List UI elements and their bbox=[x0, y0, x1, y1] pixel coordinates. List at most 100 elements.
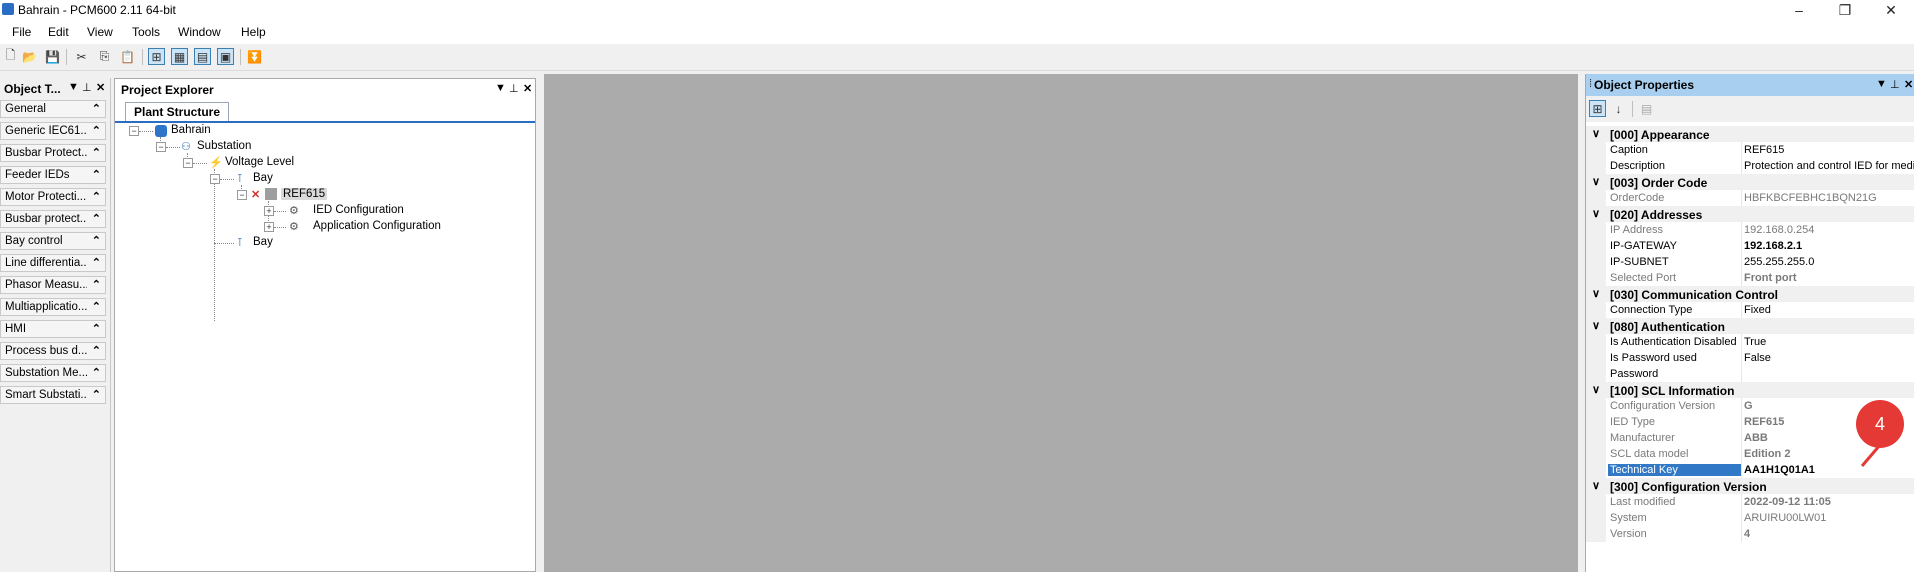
category-appearance[interactable]: ∨ [000] Appearance bbox=[1586, 126, 1914, 142]
copy-icon[interactable]: ⎘ bbox=[96, 48, 113, 65]
collapse-toggle[interactable]: − bbox=[237, 190, 247, 200]
sort-alphabetical-icon[interactable]: ↓ bbox=[1610, 100, 1627, 117]
category-scl-information[interactable]: ∨ [100] SCL Information bbox=[1586, 382, 1914, 398]
pane-menu-icon[interactable]: ▼ bbox=[68, 81, 79, 93]
property-name: Selected Port bbox=[1610, 272, 1677, 284]
property-row[interactable]: Version 4 bbox=[1586, 526, 1914, 542]
category-communication-control[interactable]: ∨ [030] Communication Control bbox=[1586, 286, 1914, 302]
property-value[interactable]: True bbox=[1744, 336, 1766, 348]
object-type-item[interactable]: Feeder IEDs ⌃ bbox=[0, 166, 106, 184]
property-value: Front port bbox=[1744, 272, 1797, 284]
property-row[interactable]: Description Protection and control IED fo… bbox=[1586, 158, 1914, 174]
property-row[interactable]: System ARUIRU00LW01 bbox=[1586, 510, 1914, 526]
property-row[interactable]: Connection Type Fixed bbox=[1586, 302, 1914, 318]
close-pane-icon[interactable]: ✕ bbox=[1904, 78, 1913, 91]
menu-edit[interactable]: Edit bbox=[48, 25, 69, 39]
collapse-toggle[interactable]: − bbox=[183, 158, 193, 168]
property-row[interactable]: Is Authentication Disabled True bbox=[1586, 334, 1914, 350]
expand-toggle[interactable]: + bbox=[264, 206, 274, 216]
tree-node-ied-configuration[interactable]: IED Configuration bbox=[313, 204, 404, 216]
menu-file[interactable]: File bbox=[12, 25, 31, 39]
object-type-item[interactable]: Busbar protect... ⌃ bbox=[0, 210, 106, 228]
categorized-icon[interactable]: ⊞ bbox=[1589, 100, 1606, 117]
expand-down-icon[interactable]: ⏬ bbox=[246, 48, 263, 65]
restore-button[interactable]: ❐ bbox=[1822, 0, 1868, 20]
collapse-toggle[interactable]: − bbox=[210, 174, 220, 184]
close-pane-icon[interactable]: ✕ bbox=[96, 81, 105, 94]
pin-icon[interactable]: ⊥ bbox=[82, 81, 92, 94]
object-type-general[interactable]: General ⌃ bbox=[0, 100, 106, 118]
property-row[interactable]: IP-SUBNET 255.255.255.0 bbox=[1586, 254, 1914, 270]
property-value[interactable]: Protection and control IED for mediu bbox=[1744, 160, 1914, 172]
paste-icon[interactable]: 📋 bbox=[119, 48, 136, 65]
tree-node-substation[interactable]: Substation bbox=[197, 140, 251, 152]
menu-tools[interactable]: Tools bbox=[132, 25, 160, 39]
minimize-button[interactable]: – bbox=[1776, 0, 1822, 20]
save-icon[interactable]: 💾 bbox=[44, 48, 61, 65]
collapse-icon: ⌃ bbox=[91, 147, 101, 159]
object-types-icon[interactable]: ▦ bbox=[171, 48, 188, 65]
pin-icon[interactable]: ⊥ bbox=[509, 82, 519, 95]
properties-icon[interactable]: ▤ bbox=[194, 48, 211, 65]
object-type-item[interactable]: Motor Protecti... ⌃ bbox=[0, 188, 106, 206]
tab-plant-structure[interactable]: Plant Structure bbox=[125, 102, 230, 121]
expand-toggle[interactable]: + bbox=[264, 222, 274, 232]
category-order-code[interactable]: ∨ [003] Order Code bbox=[1586, 174, 1914, 190]
pane-menu-icon[interactable]: ▼ bbox=[1876, 78, 1887, 90]
close-window-button[interactable]: ✕ bbox=[1868, 0, 1914, 20]
property-row[interactable]: IP-GATEWAY 192.168.2.1 bbox=[1586, 238, 1914, 254]
pane-menu-icon[interactable]: ▼ bbox=[495, 82, 506, 94]
object-type-item[interactable]: Bay control ⌃ bbox=[0, 232, 106, 250]
tree-node-bay[interactable]: Bay bbox=[253, 172, 273, 184]
property-row[interactable]: Password bbox=[1586, 366, 1914, 382]
tree-node-ref615[interactable]: REF615 bbox=[281, 188, 328, 200]
menu-help[interactable]: Help bbox=[241, 25, 266, 39]
object-type-item[interactable]: HMI ⌃ bbox=[0, 320, 106, 338]
project-explorer-pane: Project Explorer ▼ ⊥ ✕ Plant Structure −… bbox=[114, 78, 536, 572]
property-value[interactable]: Fixed bbox=[1744, 304, 1771, 316]
menu-view[interactable]: View bbox=[87, 25, 113, 39]
property-value[interactable]: 192.168.2.1 bbox=[1744, 240, 1802, 252]
menu-window[interactable]: Window bbox=[178, 25, 221, 39]
object-type-label: HMI bbox=[5, 323, 27, 335]
property-row[interactable]: Caption REF615 bbox=[1586, 142, 1914, 158]
cut-icon[interactable]: ✂ bbox=[73, 48, 90, 65]
tree-node-bay[interactable]: Bay bbox=[253, 236, 273, 248]
open-folder-icon[interactable]: 📂 bbox=[21, 48, 38, 65]
collapse-toggle[interactable]: − bbox=[156, 142, 166, 152]
object-type-item[interactable]: Line differentia... ⌃ bbox=[0, 254, 106, 272]
collapse-toggle[interactable]: − bbox=[129, 126, 139, 136]
property-row[interactable]: IP Address 192.168.0.254 bbox=[1586, 222, 1914, 238]
grip-icon: ⁞ bbox=[1589, 78, 1593, 90]
object-type-item[interactable]: Multiapplicatio... ⌃ bbox=[0, 298, 106, 316]
object-type-item[interactable]: Smart Substati... ⌃ bbox=[0, 386, 106, 404]
property-value: G bbox=[1744, 400, 1753, 412]
category-authentication[interactable]: ∨ [080] Authentication bbox=[1586, 318, 1914, 334]
document-area bbox=[544, 74, 1578, 572]
object-type-item[interactable]: Busbar Protect... ⌃ bbox=[0, 144, 106, 162]
object-type-item[interactable]: Process bus d... ⌃ bbox=[0, 342, 106, 360]
property-value[interactable]: False bbox=[1744, 352, 1771, 364]
technical-key-input[interactable]: AA1H1Q01A1 bbox=[1744, 464, 1815, 476]
object-type-item[interactable]: Substation Me... ⌃ bbox=[0, 364, 106, 382]
tree-node-application-configuration[interactable]: Application Configuration bbox=[313, 220, 441, 232]
category-addresses[interactable]: ∨ [020] Addresses bbox=[1586, 206, 1914, 222]
property-pages-icon[interactable]: ▤ bbox=[1638, 100, 1655, 117]
tree-view-icon[interactable]: ⊞ bbox=[148, 48, 165, 65]
property-value: ARUIRU00LW01 bbox=[1744, 512, 1827, 524]
tree-node-voltage-level[interactable]: Voltage Level bbox=[225, 156, 294, 168]
property-name: Description bbox=[1610, 160, 1666, 172]
property-row[interactable]: Selected Port Front port bbox=[1586, 270, 1914, 286]
pin-icon[interactable]: ⊥ bbox=[1890, 78, 1900, 91]
property-row[interactable]: Is Password used False bbox=[1586, 350, 1914, 366]
property-row[interactable]: OrderCode HBFKBCFEBHC1BQN21G bbox=[1586, 190, 1914, 206]
layout-icon[interactable]: ▣ bbox=[217, 48, 234, 65]
object-type-item[interactable]: Generic IEC61... ⌃ bbox=[0, 122, 106, 140]
object-type-item[interactable]: Phasor Measu... ⌃ bbox=[0, 276, 106, 294]
new-file-icon[interactable]: 🗋 bbox=[2, 48, 19, 65]
property-value[interactable]: 255.255.255.0 bbox=[1744, 256, 1814, 268]
property-value[interactable]: REF615 bbox=[1744, 144, 1784, 156]
property-name: IP-SUBNET bbox=[1610, 256, 1669, 268]
close-pane-icon[interactable]: ✕ bbox=[523, 82, 532, 95]
tree-node-bahrain[interactable]: Bahrain bbox=[171, 124, 211, 136]
